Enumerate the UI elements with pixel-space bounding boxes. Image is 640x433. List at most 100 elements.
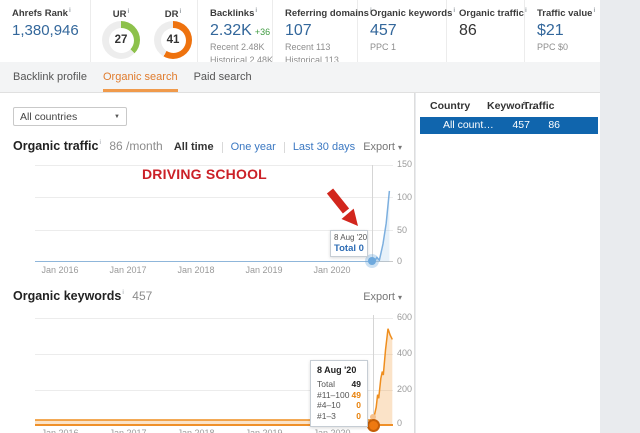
tooltip-row-4-10: #4–10 0 (317, 400, 361, 411)
backlinks-value[interactable]: 2.32K+36 (210, 22, 272, 40)
y-tick: 0 (397, 418, 402, 428)
x-tick: Jan 2016 (38, 428, 82, 433)
keywords-tooltip: 8 Aug '20 Total 49 #11–100 49 #4–10 0 #1… (310, 360, 368, 427)
tooltip-row-11-100: #11–100 49 (317, 390, 361, 401)
x-tick: Jan 2019 (242, 265, 286, 275)
organic-keywords-value[interactable]: 457 (370, 22, 446, 40)
organic-keywords-ppc: PPC 1 (370, 41, 446, 53)
referring-domains-recent: Recent 113 (285, 41, 357, 53)
country-filter-value: All countries (20, 111, 77, 123)
organic-keywords-title: Organic keywordsi 457 (13, 287, 152, 305)
dr-value: 41 (161, 28, 186, 53)
metric-referring-domains: Referring domainsi 107 Recent 113 Histor… (273, 0, 358, 62)
metric-organic-keywords: Organic keywordsi 457 PPC 1 (358, 0, 447, 62)
ur-gauge-ring: 27 (102, 21, 140, 59)
country-table-header: Country Keywor… Traffici (415, 100, 600, 115)
tooltip-date: 8 Aug '20 (334, 233, 364, 242)
red-arrow-icon (324, 188, 364, 232)
traffic-value-ppc: PPC $0 (537, 41, 598, 53)
tooltip-total: Total 0 (334, 243, 364, 254)
dr-gauge-ring: 41 (154, 21, 192, 59)
divider (284, 142, 285, 153)
chevron-down-icon: ▾ (398, 293, 402, 302)
organic-keywords-count: 457 (132, 289, 152, 303)
metric-label: Organic traffici (459, 7, 524, 19)
export-button[interactable]: Export▾ (363, 291, 402, 303)
export-button[interactable]: Export▾ (363, 141, 402, 153)
country-keywords: 457 (490, 119, 530, 131)
tooltip-date: 8 Aug '20 (317, 365, 361, 375)
metric-label: Ahrefs Ranki (12, 7, 90, 19)
referring-domains-value[interactable]: 107 (285, 22, 357, 40)
chevron-down-icon: ▼ (114, 114, 120, 120)
x-tick: Jan 2019 (242, 428, 286, 433)
dr-gauge: DRi 41 (151, 8, 195, 59)
info-icon: i (179, 8, 181, 15)
y-tick: 400 (397, 348, 412, 358)
country-traffic: 86 (532, 119, 560, 131)
metric-label: Referring domainsi (285, 7, 357, 19)
x-tick: Jan 2020 (310, 428, 354, 433)
info-icon: i (593, 7, 595, 14)
tab-organic-search[interactable]: Organic search (103, 62, 178, 92)
y-tick: 150 (397, 159, 412, 169)
traffic-value-value[interactable]: $21 (537, 22, 598, 40)
x-tick: Jan 2017 (106, 265, 150, 275)
x-tick: Jan 2018 (174, 428, 218, 433)
metric-label: Traffic valuei (537, 7, 598, 19)
driving-school-annotation: DRIVING SCHOOL (142, 166, 267, 182)
metric-label: Backlinksi (210, 7, 272, 19)
metric-ur-dr: URi 27 DRi 41 (91, 0, 198, 62)
backlinks-delta: +36 (255, 27, 270, 37)
organic-traffic-value: 86 (459, 22, 524, 40)
hover-point-marker (367, 419, 380, 432)
info-icon: i (255, 7, 257, 14)
range-all-time[interactable]: All time (174, 141, 214, 153)
countries-panel (416, 93, 600, 433)
ur-gauge: URi 27 (99, 8, 143, 59)
organic-keywords-header: Organic keywordsi 457 Export▾ (13, 287, 402, 305)
ahrefs-rank-value: 1,380,946 (12, 22, 90, 39)
dr-label: DRi (151, 8, 195, 20)
metrics-topbar: Ahrefs Ranki 1,380,946 URi 27 DRi 41 (0, 0, 600, 63)
time-range-controls: All time One year Last 30 days Export▾ (174, 141, 402, 153)
x-tick: Jan 2020 (310, 265, 354, 275)
metric-backlinks: Backlinksi 2.32K+36 Recent 2.48K Histori… (198, 0, 273, 62)
metric-traffic-value: Traffic valuei $21 PPC $0 (525, 0, 598, 62)
y-tick: 100 (397, 192, 412, 202)
y-tick: 0 (397, 256, 402, 266)
info-icon: i (524, 100, 526, 107)
traffic-tooltip: 8 Aug '20 Total 0 (330, 230, 368, 257)
hover-point-marker (368, 257, 376, 265)
info-icon: i (99, 139, 100, 146)
organic-traffic-header: Organic traffici 86 /month All time One … (13, 137, 402, 155)
x-tick: Jan 2016 (38, 265, 82, 275)
country-filter-dropdown[interactable]: All countries ▼ (13, 107, 127, 126)
x-tick: Jan 2018 (174, 265, 218, 275)
y-tick: 600 (397, 312, 412, 322)
backlinks-recent: Recent 2.48K (210, 41, 272, 53)
chart-crosshair (372, 165, 373, 260)
x-tick: Jan 2017 (106, 428, 150, 433)
report-tabs: Backlink profile Organic search Paid sea… (0, 62, 600, 93)
tooltip-row-1-3: #1–3 0 (317, 411, 361, 422)
range-last-30-days[interactable]: Last 30 days (293, 141, 355, 153)
tab-paid-search[interactable]: Paid search (194, 62, 252, 92)
country-row-all-countries[interactable]: All count… 457 86 (420, 117, 598, 134)
metric-organic-traffic: Organic traffici 86 (447, 0, 525, 62)
y-tick: 50 (397, 225, 407, 235)
info-icon: i (122, 289, 123, 296)
tooltip-row-total: Total 49 (317, 379, 361, 390)
tab-backlink-profile[interactable]: Backlink profile (13, 62, 87, 92)
range-one-year[interactable]: One year (231, 141, 276, 153)
country-name: All count… (443, 119, 494, 131)
y-tick: 200 (397, 384, 412, 394)
metric-ahrefs-rank: Ahrefs Ranki 1,380,946 (0, 0, 91, 62)
ahrefs-site-explorer-page: Ahrefs Ranki 1,380,946 URi 27 DRi 41 (0, 0, 640, 433)
info-icon: i (69, 7, 71, 14)
organic-traffic-title: Organic traffici 86 /month (13, 137, 163, 155)
chart-crosshair (373, 315, 374, 423)
chevron-down-icon: ▾ (398, 143, 402, 152)
ur-value: 27 (109, 28, 134, 53)
divider (222, 142, 223, 153)
